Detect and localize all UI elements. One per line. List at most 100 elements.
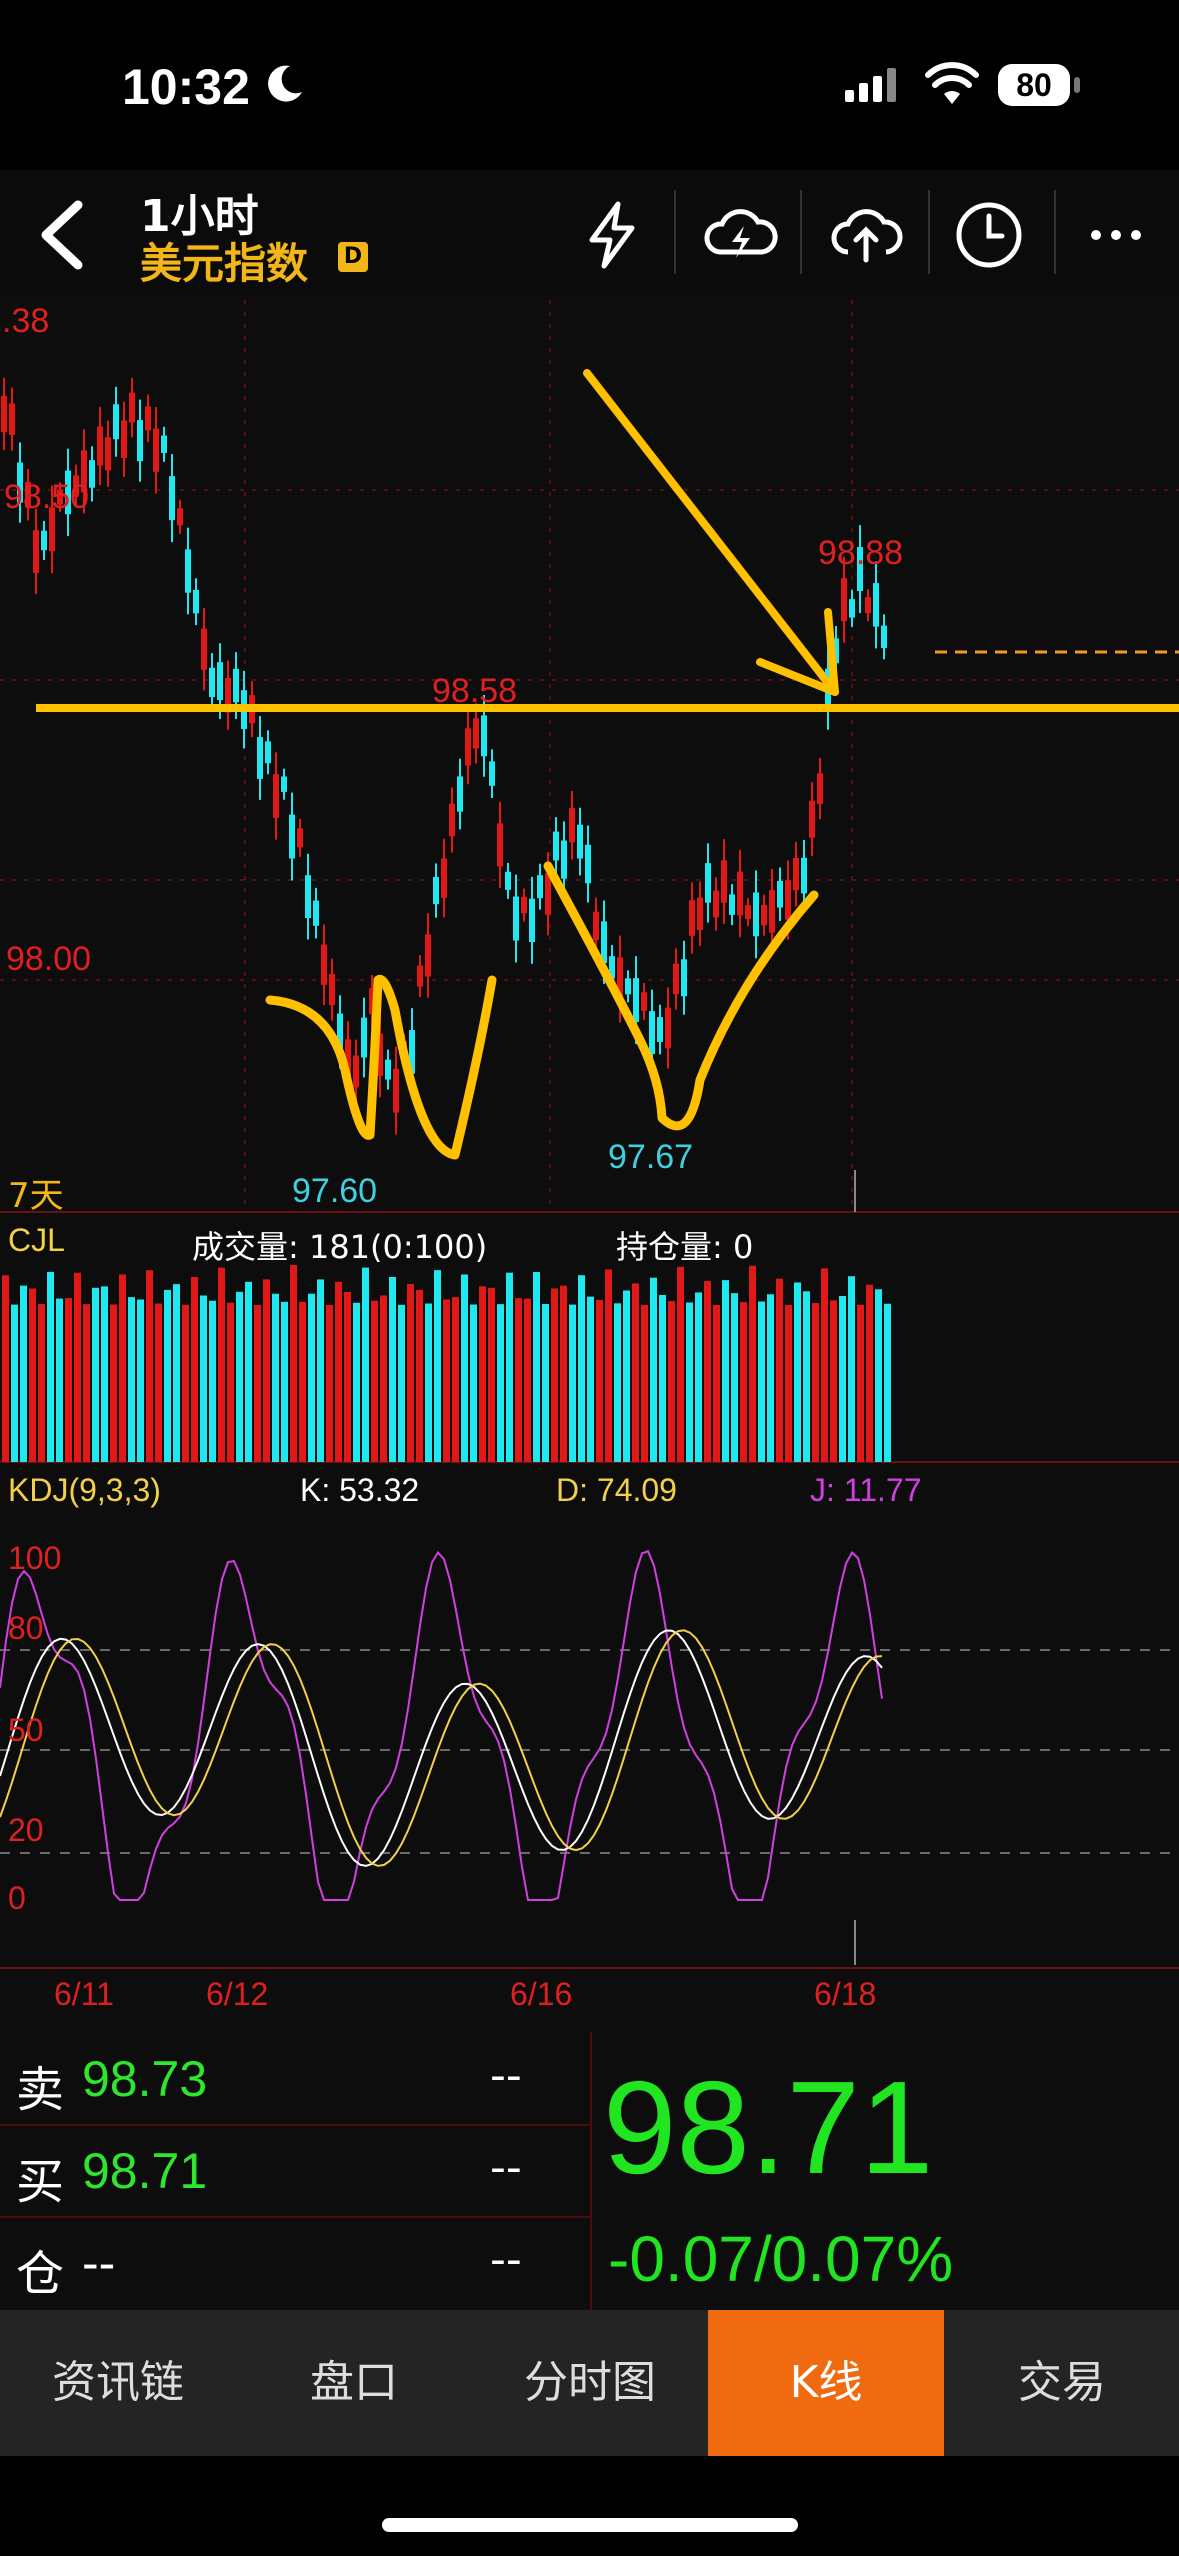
candle-body xyxy=(153,428,159,472)
candle-body xyxy=(537,875,543,899)
lightning-icon[interactable] xyxy=(578,200,648,270)
nav-header: 1小时 美元指数 D xyxy=(0,170,1179,295)
volume-bar xyxy=(848,1276,855,1462)
kdj-j-value: J: 11.77 xyxy=(810,1472,922,1508)
volume-bar xyxy=(623,1290,630,1462)
tab-order-book[interactable]: 盘口 xyxy=(236,2310,472,2456)
position-label: 仓 xyxy=(16,2246,65,2302)
volume-bar xyxy=(713,1304,720,1462)
kline-chart-area[interactable] xyxy=(0,295,1179,2035)
buy-price: 98.71 xyxy=(82,2143,208,2199)
span-label: 7天 xyxy=(8,1176,64,1216)
kdj-level-50: 50 xyxy=(8,1712,44,1748)
back-arrow-icon[interactable] xyxy=(30,195,90,275)
volume-bar xyxy=(479,1286,486,1462)
sell-row[interactable]: 卖 98.73 -- xyxy=(0,2032,590,2126)
volume-bar xyxy=(371,1300,378,1462)
instrument-name[interactable]: 美元指数 xyxy=(140,230,308,291)
volume-bar xyxy=(659,1294,666,1462)
volume-bar xyxy=(110,1304,117,1462)
volume-bar xyxy=(821,1268,828,1462)
volume-bar xyxy=(632,1283,639,1462)
candle-body xyxy=(657,1017,663,1042)
price-label-upper: 98.50 xyxy=(4,478,90,516)
candle-body xyxy=(713,890,719,918)
tab-kline[interactable]: K线 xyxy=(708,2310,944,2456)
kdj-indicator-name[interactable]: KDJ(9,3,3) xyxy=(8,1472,161,1509)
cellular-signal-icon xyxy=(845,68,896,102)
volume-bar xyxy=(668,1301,675,1462)
candle-body xyxy=(449,803,455,837)
candle-body xyxy=(769,890,775,933)
candle-body xyxy=(201,628,207,670)
volume-bar xyxy=(200,1295,207,1462)
tab-intraday[interactable]: 分时图 xyxy=(472,2310,708,2456)
volume-bar xyxy=(101,1286,108,1462)
last-price: 98.71 xyxy=(603,2054,934,2201)
price-label-top: .38 xyxy=(2,302,50,340)
moon-icon xyxy=(268,65,302,102)
home-indicator[interactable] xyxy=(382,2518,798,2532)
candle-body xyxy=(881,625,887,649)
date-label: 6/16 xyxy=(510,1976,573,2012)
volume-bar xyxy=(596,1299,603,1462)
volume-bar xyxy=(767,1294,774,1462)
volume-turnover: 成交量: 181(0:100) xyxy=(192,1228,488,1266)
volume-bar xyxy=(74,1272,81,1462)
volume-bar xyxy=(191,1276,198,1462)
battery-tip xyxy=(1074,77,1080,93)
volume-bar xyxy=(677,1266,684,1462)
volume-bar xyxy=(380,1295,387,1462)
battery-level: 80 xyxy=(998,64,1070,106)
status-time: 10:32 xyxy=(122,59,250,115)
tab-news-chain[interactable]: 资讯链 xyxy=(0,2310,236,2456)
kdj-level-20: 20 xyxy=(8,1812,44,1848)
kdj-d-value: D: 74.09 xyxy=(556,1472,677,1508)
quote-panel: 卖 98.73 -- 买 98.71 -- 仓 -- -- 98.71 -0.0… xyxy=(0,2032,1179,2310)
nav-divider xyxy=(1054,190,1056,274)
volume-bar xyxy=(389,1276,396,1462)
more-icon[interactable] xyxy=(1084,200,1154,270)
volume-bar xyxy=(731,1293,738,1462)
volume-bar xyxy=(65,1298,72,1462)
nav-divider xyxy=(674,190,676,274)
volume-indicator-name[interactable]: CJL xyxy=(8,1222,65,1259)
volume-bar xyxy=(38,1303,45,1462)
sell-label: 卖 xyxy=(16,2062,65,2118)
candle-body xyxy=(89,460,95,488)
candle-body xyxy=(513,896,519,941)
volume-bar xyxy=(425,1303,432,1462)
volume-bar xyxy=(812,1303,819,1462)
candle-body xyxy=(721,860,727,903)
candle-body xyxy=(97,426,103,466)
buy-row[interactable]: 买 98.71 -- xyxy=(0,2124,590,2218)
volume-bar xyxy=(218,1267,225,1462)
annotation-mid-high: 98.58 xyxy=(432,672,518,710)
volume-bar xyxy=(299,1301,306,1462)
clock-icon[interactable] xyxy=(954,200,1024,270)
candle-body xyxy=(705,863,711,903)
cloud-lightning-icon[interactable] xyxy=(700,200,780,270)
candle-body xyxy=(569,808,575,843)
volume-bar xyxy=(146,1270,153,1462)
candle-body xyxy=(297,828,303,848)
volume-bar xyxy=(272,1293,279,1462)
volume-bar xyxy=(344,1291,351,1462)
candle-body xyxy=(777,880,783,908)
candle-body xyxy=(689,900,695,936)
candle-body xyxy=(425,934,431,977)
cloud-upload-icon[interactable] xyxy=(826,200,906,270)
tab-trade[interactable]: 交易 xyxy=(944,2310,1179,2456)
volume-bar xyxy=(776,1278,783,1462)
annotation-low-left: 97.60 xyxy=(292,1172,378,1210)
candle-body xyxy=(849,599,855,618)
candle-body xyxy=(729,894,735,915)
candle-body xyxy=(473,718,479,749)
volume-bar xyxy=(20,1285,27,1462)
candle-body xyxy=(649,1011,655,1055)
volume-bar xyxy=(470,1304,477,1462)
candle-body xyxy=(809,800,815,838)
kdj-level-0: 0 xyxy=(8,1880,26,1916)
instrument-badge: D xyxy=(338,242,368,272)
candle-body xyxy=(281,776,287,792)
